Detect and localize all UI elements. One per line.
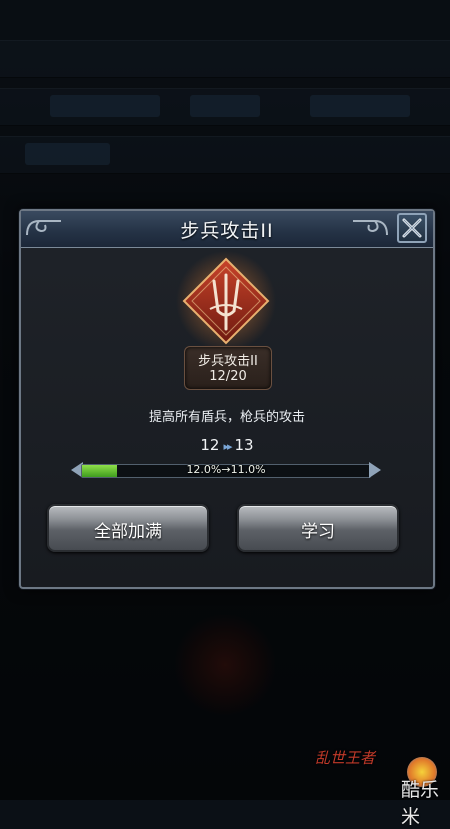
watermark: 乱世王者 酷乐米 xyxy=(315,745,450,828)
learn-button[interactable]: 学习 xyxy=(237,504,399,552)
double-arrow-icon: ▸▸ xyxy=(223,440,232,453)
progress-bar: 12.0%→11.0% xyxy=(81,463,371,478)
max-all-label: 全部加满 xyxy=(94,522,162,542)
dialog-titlebar: 步兵攻击II xyxy=(21,211,433,248)
skill-description: 提高所有盾兵，枪兵的攻击 xyxy=(148,410,305,425)
max-all-button[interactable]: 全部加满 xyxy=(47,504,209,552)
learn-label: 学习 xyxy=(301,522,335,542)
skill-level: 12/20 xyxy=(209,369,247,384)
skill-dialog: 步兵攻击II 步兵攻击II 12/20 提高所有盾兵，枪兵的攻击 12 ▸▸ 1… xyxy=(19,209,435,589)
skill-info-plate: 步兵攻击II 12/20 xyxy=(184,346,272,390)
close-x-icon xyxy=(402,218,422,238)
scroll-ornament-icon xyxy=(353,220,388,236)
skill-name: 步兵攻击II xyxy=(198,354,258,369)
progress-text: 12.0%→11.0% xyxy=(186,463,266,476)
level-change: 12 ▸▸ 13 xyxy=(21,436,433,454)
level-from: 12 xyxy=(200,436,220,454)
site-name: 酷乐米 xyxy=(401,779,440,828)
progress-cap-right-icon xyxy=(369,462,381,478)
level-to: 13 xyxy=(234,436,254,454)
close-button[interactable] xyxy=(397,213,427,243)
trident-skill-icon xyxy=(176,251,276,351)
game-logo: 乱世王者 xyxy=(315,749,376,767)
